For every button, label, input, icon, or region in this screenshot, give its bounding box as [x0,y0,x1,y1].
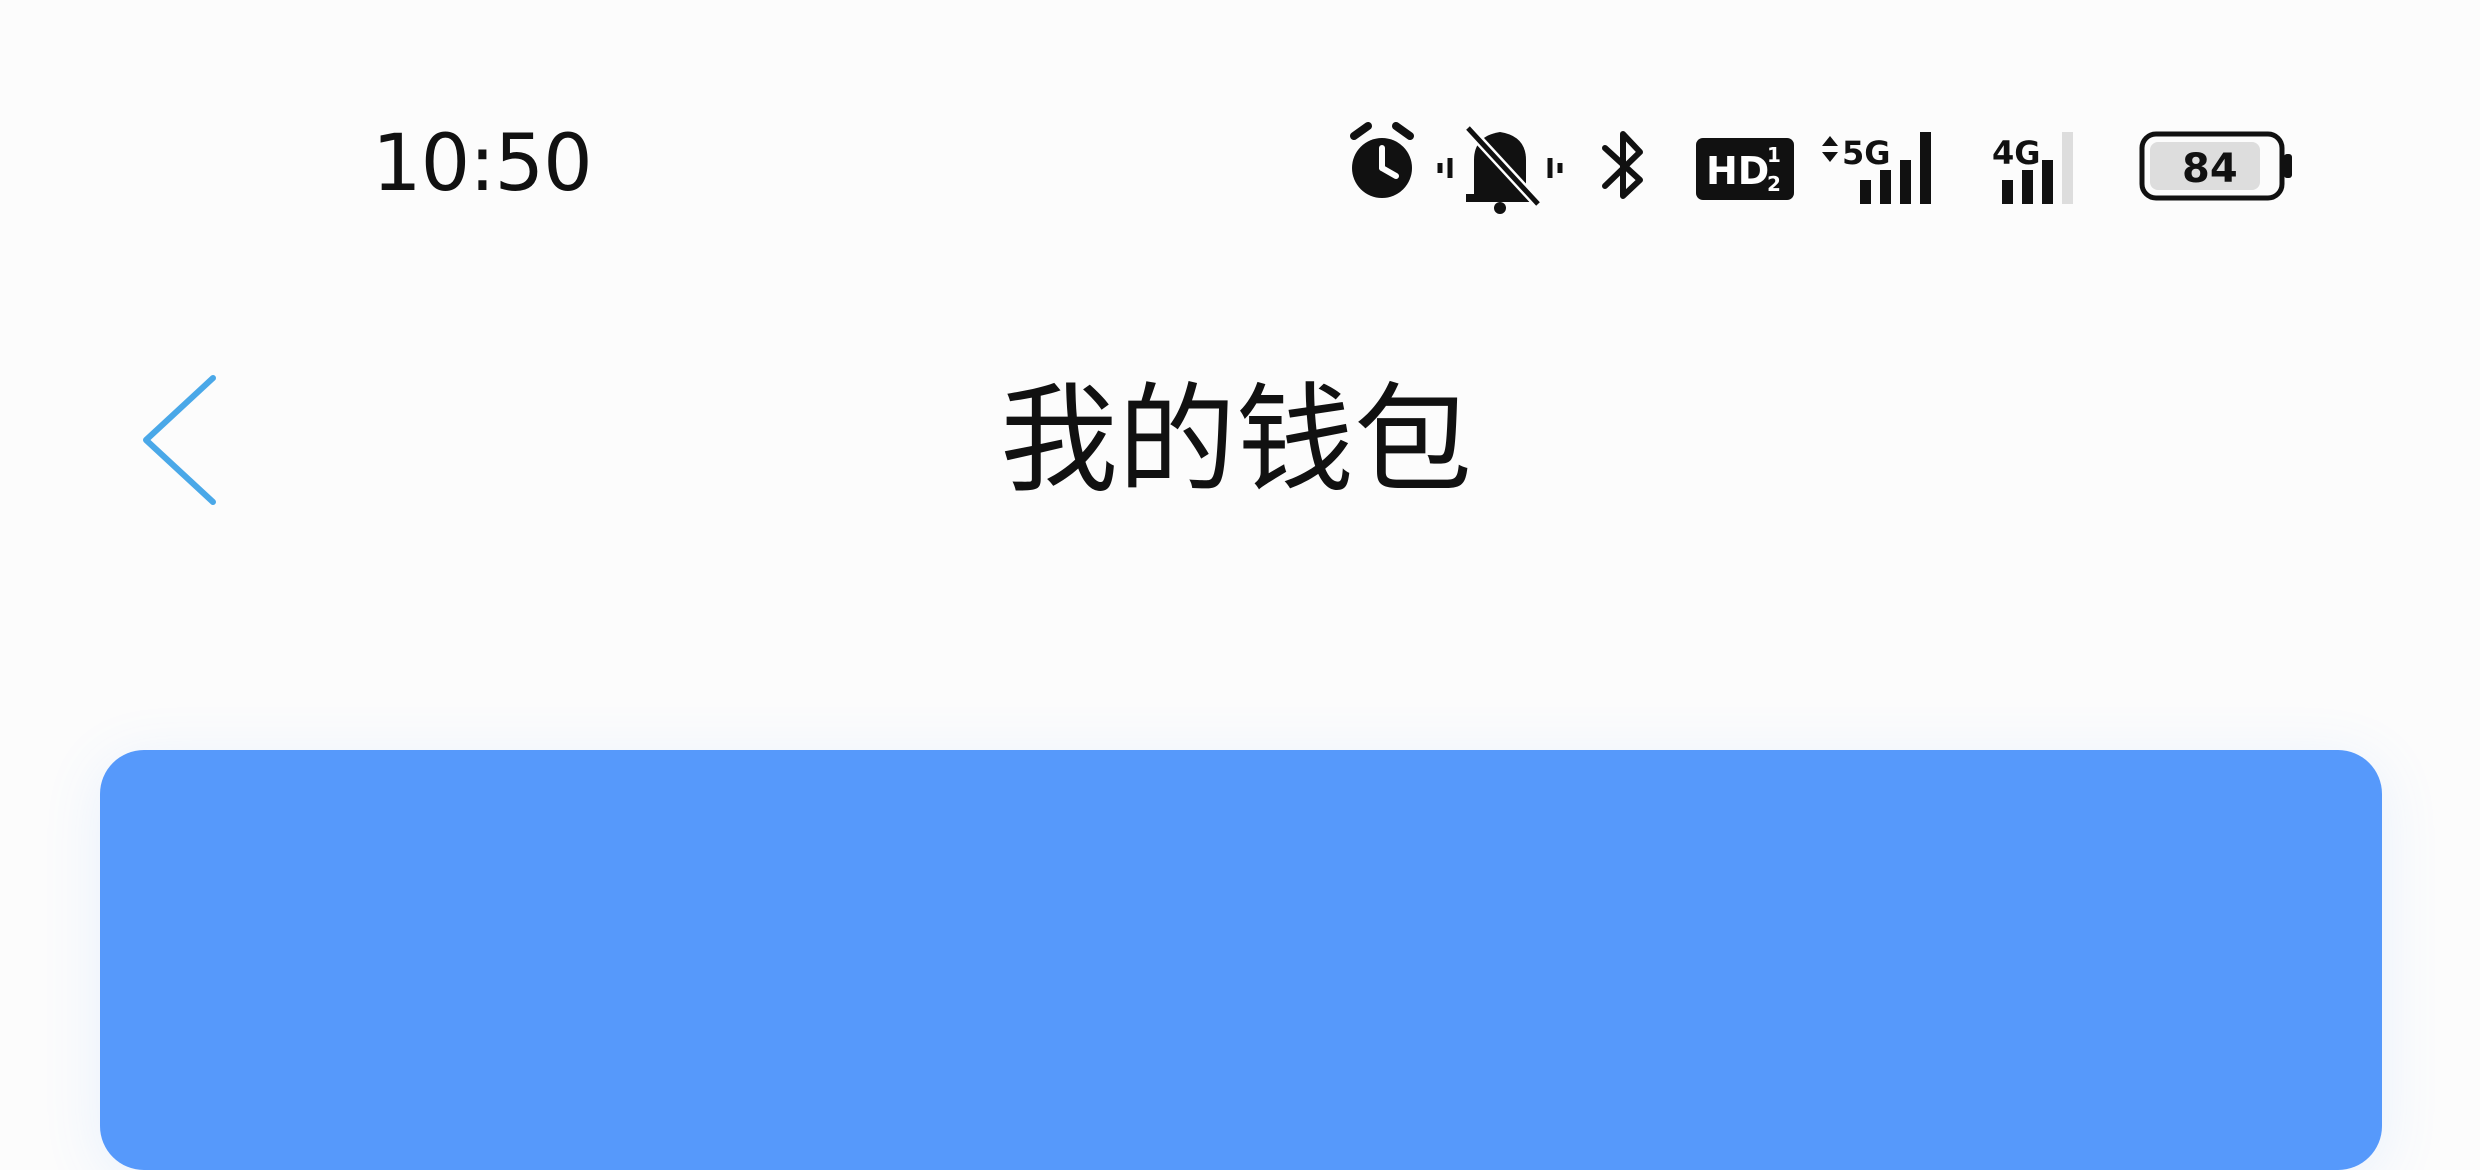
status-icons-svg: HD 1 2 5G 4G 84 [1350,122,2292,214]
page-title: 我的钱包 [0,375,2480,505]
page-title-text: 我的钱包 [999,371,1472,509]
battery-icon: 84 [2139,131,2292,201]
hd-sup: 1 [1767,143,1781,167]
silent-mode-icon [1437,124,1563,214]
status-time: 10:50 [372,119,593,209]
hd-label: HD [1706,149,1769,193]
signal-5g-icon: 5G [1822,132,1931,204]
status-icons: HD 1 2 5G 4G 84 [1340,118,2300,218]
bluetooth-icon [1602,131,1643,199]
network-label-5g: 5G [1842,134,1891,172]
status-bar: 10:50 HD 1 2 5G 4G 84 [0,0,2480,240]
hd-voice-icon: HD 1 2 [1696,138,1794,200]
battery-level-text: 84 [2182,146,2238,192]
header: 我的钱包 [0,320,2480,560]
signal-4g-icon: 4G [1992,132,2073,204]
hd-sub: 2 [1767,172,1781,196]
alarm-icon [1350,122,1414,198]
network-label-4g: 4G [1992,134,2041,172]
wallet-card[interactable] [100,750,2382,1170]
